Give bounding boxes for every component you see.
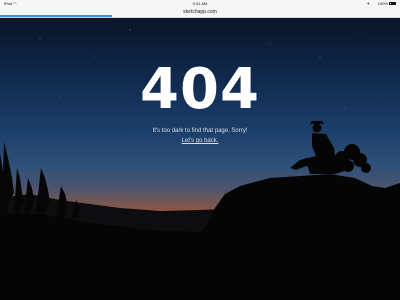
battery-icon: [389, 2, 396, 5]
status-bar: iPad ◠ 9:41 AM ✶ 100%: [0, 0, 400, 7]
status-time: 9:41 AM: [192, 1, 208, 6]
error-code-heading: 404: [140, 57, 260, 122]
error-page-background: 404 It's too dark to find that page. Sor…: [0, 18, 400, 300]
battery-percentage: 100%: [377, 1, 388, 6]
back-link-container: Let's go back.: [0, 137, 400, 145]
page-load-progress: [0, 15, 400, 17]
bluetooth-icon: ✶: [366, 1, 370, 6]
error-message: It's too dark to find that page. Sorry!: [152, 128, 248, 134]
go-back-link[interactable]: Let's go back.: [182, 138, 219, 144]
pine-branches: [333, 144, 371, 173]
browser-address-bar[interactable]: sketchapp.com: [0, 7, 400, 18]
page-load-progress-fill: [0, 15, 112, 17]
